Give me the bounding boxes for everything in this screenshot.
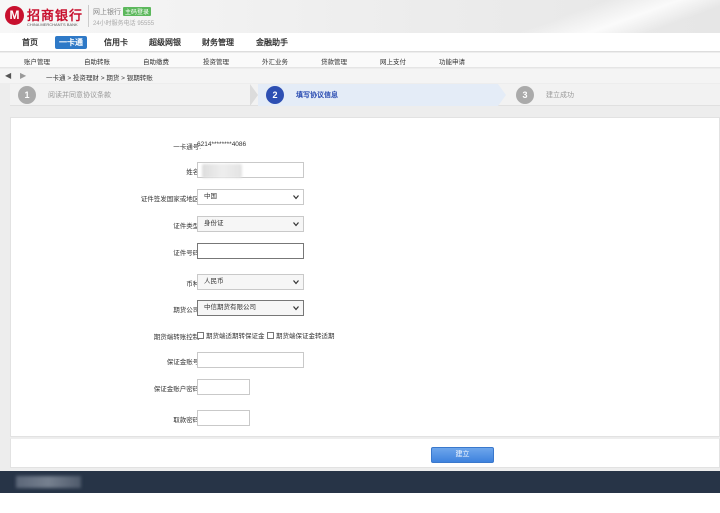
step-number: 3 xyxy=(516,86,534,104)
subnav-forex[interactable]: 外汇业务 xyxy=(262,56,288,66)
logo-text-en: CHINA MERCHANTS BANK xyxy=(27,22,78,27)
header-divider xyxy=(88,5,89,27)
crumb-sep: > xyxy=(121,75,125,82)
withdraw-password-field[interactable] xyxy=(197,410,250,426)
margin-password-field[interactable] xyxy=(197,379,250,395)
crumb-yikatong[interactable]: 一卡通 xyxy=(46,75,66,82)
nav-super-netbank[interactable]: 超级网银 xyxy=(145,36,185,49)
step-arrow xyxy=(250,84,258,106)
netbank-label: 网上银行 xyxy=(93,9,121,16)
id-type-select[interactable]: 身份证 xyxy=(197,216,304,232)
checkbox-futures-to-margin[interactable]: 期货端适期转保证金 xyxy=(197,330,265,340)
checkbox-margin-to-futures[interactable]: 期货端保证金转适期 xyxy=(267,330,335,340)
redacted-footer-text xyxy=(16,476,81,488)
form-actions: 建立 xyxy=(10,438,720,468)
row-country: 证件签发国家或地区: 中国 xyxy=(11,189,720,205)
country-label: 证件签发国家或地区: xyxy=(140,196,201,203)
subnav-feature-apply[interactable]: 功能申请 xyxy=(439,56,465,66)
netbank-title: 网上银行 主码登录 xyxy=(93,7,152,17)
step-label: 阅读并同意协议条款 xyxy=(48,92,111,99)
row-transfer-control: 期货端转账控制: 期货端适期转保证金 期货端保证金转适期 xyxy=(11,327,720,343)
row-margin-account: 保证金账号: xyxy=(11,352,720,368)
row-margin-password: 保证金账户密码: xyxy=(11,379,720,395)
agreement-form: 一卡通号: 6214********4086 姓名: 证件签发国家或地区: 中国… xyxy=(10,117,720,437)
step-label: 建立成功 xyxy=(546,92,574,99)
step-2: 2 填写协议信息 xyxy=(258,84,498,106)
nav-yikatong[interactable]: 一卡通 xyxy=(55,36,87,49)
name-field[interactable] xyxy=(197,162,304,178)
create-button[interactable]: 建立 xyxy=(431,447,494,463)
main-nav: 首页 一卡通 信用卡 超级网银 财务管理 金融助手 xyxy=(0,33,720,52)
subnav-online-pay[interactable]: 网上支付 xyxy=(380,56,406,66)
transfer-control-label: 期货端转账控制: xyxy=(153,334,201,341)
top-header: M 招商银行 CHINA MERCHANTS BANK 网上银行 主码登录 24小… xyxy=(0,0,720,33)
country-value: 中国 xyxy=(204,193,217,200)
margin-account-label: 保证金账号: xyxy=(166,359,201,366)
row-futures-company: 期货公司: 中信期货有限公司 xyxy=(11,300,720,316)
crumb-invest[interactable]: 投资理财 xyxy=(73,75,99,82)
breadcrumb-bar: ◀ ▶ 一卡通 > 投资理财 > 期货 > 银期转账 xyxy=(0,69,720,83)
crumb-sep: > xyxy=(100,75,105,82)
footer-bar xyxy=(0,471,720,493)
margin-password-label: 保证金账户密码: xyxy=(153,386,201,393)
step-number: 2 xyxy=(266,86,284,104)
logo-icon: M xyxy=(5,6,24,25)
triangle-right-icon[interactable]: ▶ xyxy=(20,72,26,80)
chevron-down-icon xyxy=(293,222,299,227)
nav-finance-mgmt[interactable]: 财务管理 xyxy=(198,36,238,49)
triangle-left-icon[interactable]: ◀ xyxy=(5,72,11,80)
row-card-number: 一卡通号: 6214********4086 xyxy=(11,137,720,153)
nav-home[interactable]: 首页 xyxy=(18,36,42,49)
checkbox-label: 期货端保证金转适期 xyxy=(276,333,335,340)
redacted-name xyxy=(202,164,242,178)
step-number: 1 xyxy=(18,86,36,104)
currency-select[interactable]: 人民币 xyxy=(197,274,304,290)
step-arrow xyxy=(498,84,506,106)
page-bottom xyxy=(0,493,720,513)
step-3: 3 建立成功 xyxy=(506,84,720,106)
nav-credit-card[interactable]: 信用卡 xyxy=(100,36,132,49)
progress-steps: 1 阅读并同意协议条款 2 填写协议信息 3 建立成功 xyxy=(10,84,720,106)
row-withdraw-password: 取款密码: xyxy=(11,410,720,426)
checkbox-box[interactable] xyxy=(267,332,274,339)
subnav-invest-mgmt[interactable]: 投资管理 xyxy=(203,56,229,66)
row-name: 姓名: xyxy=(11,162,720,178)
card-number-value: 6214********4086 xyxy=(197,141,247,148)
bank-logo[interactable]: M 招商银行 CHINA MERCHANTS BANK xyxy=(5,4,85,30)
step-label: 填写协议信息 xyxy=(296,92,338,99)
subnav-loan-mgmt[interactable]: 贷款管理 xyxy=(321,56,347,66)
id-type-value: 身份证 xyxy=(204,220,224,227)
row-currency: 币种: 人民币 xyxy=(11,274,720,290)
subnav-self-transfer[interactable]: 自助转账 xyxy=(84,56,110,66)
checkbox-box[interactable] xyxy=(197,332,204,339)
chevron-down-icon xyxy=(293,306,299,311)
header-decoration xyxy=(520,0,720,33)
login-type-badge: 主码登录 xyxy=(123,7,152,16)
crumb-bank-futures-transfer: 银期转账 xyxy=(126,75,153,82)
breadcrumb: 一卡通 > 投资理财 > 期货 > 银期转账 xyxy=(46,72,153,82)
country-select[interactable]: 中国 xyxy=(197,189,304,205)
sub-nav: 账户管理 自助转账 自助缴费 投资管理 外汇业务 贷款管理 网上支付 功能申请 xyxy=(0,53,720,68)
futures-company-select[interactable]: 中信期货有限公司 xyxy=(197,300,304,316)
futures-company-value: 中信期货有限公司 xyxy=(204,304,256,311)
hotline-text: 24小时服务电话 95555 xyxy=(93,21,155,27)
row-id-number: 证件号码: xyxy=(11,243,720,259)
checkbox-label: 期货端适期转保证金 xyxy=(206,333,265,340)
chevron-down-icon xyxy=(293,195,299,200)
crumb-sep: > xyxy=(67,75,72,82)
currency-value: 人民币 xyxy=(204,278,224,285)
margin-account-field[interactable] xyxy=(197,352,304,368)
row-id-type: 证件类型: 身份证 xyxy=(11,216,720,232)
crumb-futures[interactable]: 期货 xyxy=(106,75,119,82)
subnav-self-payment[interactable]: 自助缴费 xyxy=(143,56,169,66)
nav-finance-assistant[interactable]: 金融助手 xyxy=(252,36,292,49)
id-number-field[interactable] xyxy=(197,243,304,259)
step-1: 1 阅读并同意协议条款 xyxy=(10,84,250,106)
subnav-account-mgmt[interactable]: 账户管理 xyxy=(24,56,50,66)
chevron-down-icon xyxy=(293,280,299,285)
